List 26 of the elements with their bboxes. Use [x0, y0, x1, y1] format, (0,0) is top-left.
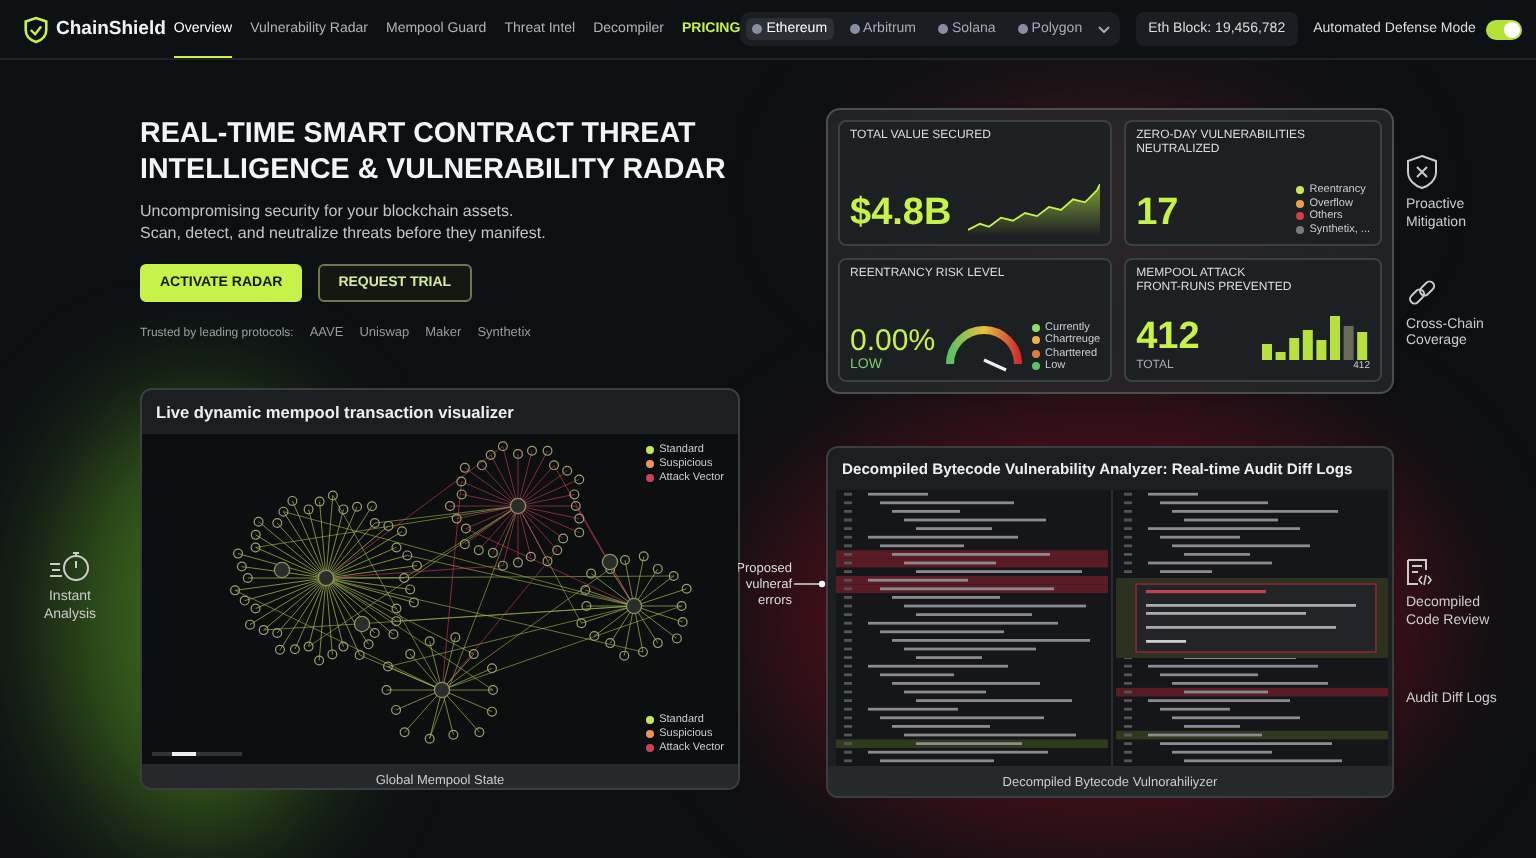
hub-node [625, 597, 643, 615]
sparkline-drawing [968, 183, 1101, 235]
scroll-indicator [152, 752, 242, 756]
stopwatch-icon [48, 550, 92, 582]
leader-line [794, 580, 826, 588]
defense-mode-toggle[interactable] [1485, 19, 1522, 39]
hero-title: REAL-TIME SMART CONTRACT THREAT INTELLIGENCE & VULNERABILITY RADAR [140, 116, 728, 188]
hub-node [273, 561, 291, 579]
brand-name: ChainShield [56, 18, 166, 40]
code-document-icon [1406, 558, 1434, 588]
panel-title: Live dynamic mempool transaction visualizer [154, 400, 516, 426]
hub-node [317, 569, 335, 587]
hub-node [509, 497, 527, 515]
hero-subtitle: Uncompromising security for your blockchain assets. Scan, detect, and neutralize threats before they manifest. [140, 200, 548, 244]
hub-node [433, 681, 451, 699]
caret-icon [1098, 25, 1111, 33]
gauge-drawing [941, 320, 1026, 372]
hub-node [353, 615, 371, 633]
stat-value: 412 [1136, 316, 1200, 359]
stat-value: $4.8B [850, 191, 952, 235]
link-icon [1406, 277, 1438, 309]
hub-node [601, 553, 619, 571]
stat-value: 0.00% [850, 324, 936, 358]
shield-icon [1406, 154, 1438, 190]
stat-value: 17 [1136, 191, 1179, 235]
shield-logo-icon [24, 15, 48, 43]
